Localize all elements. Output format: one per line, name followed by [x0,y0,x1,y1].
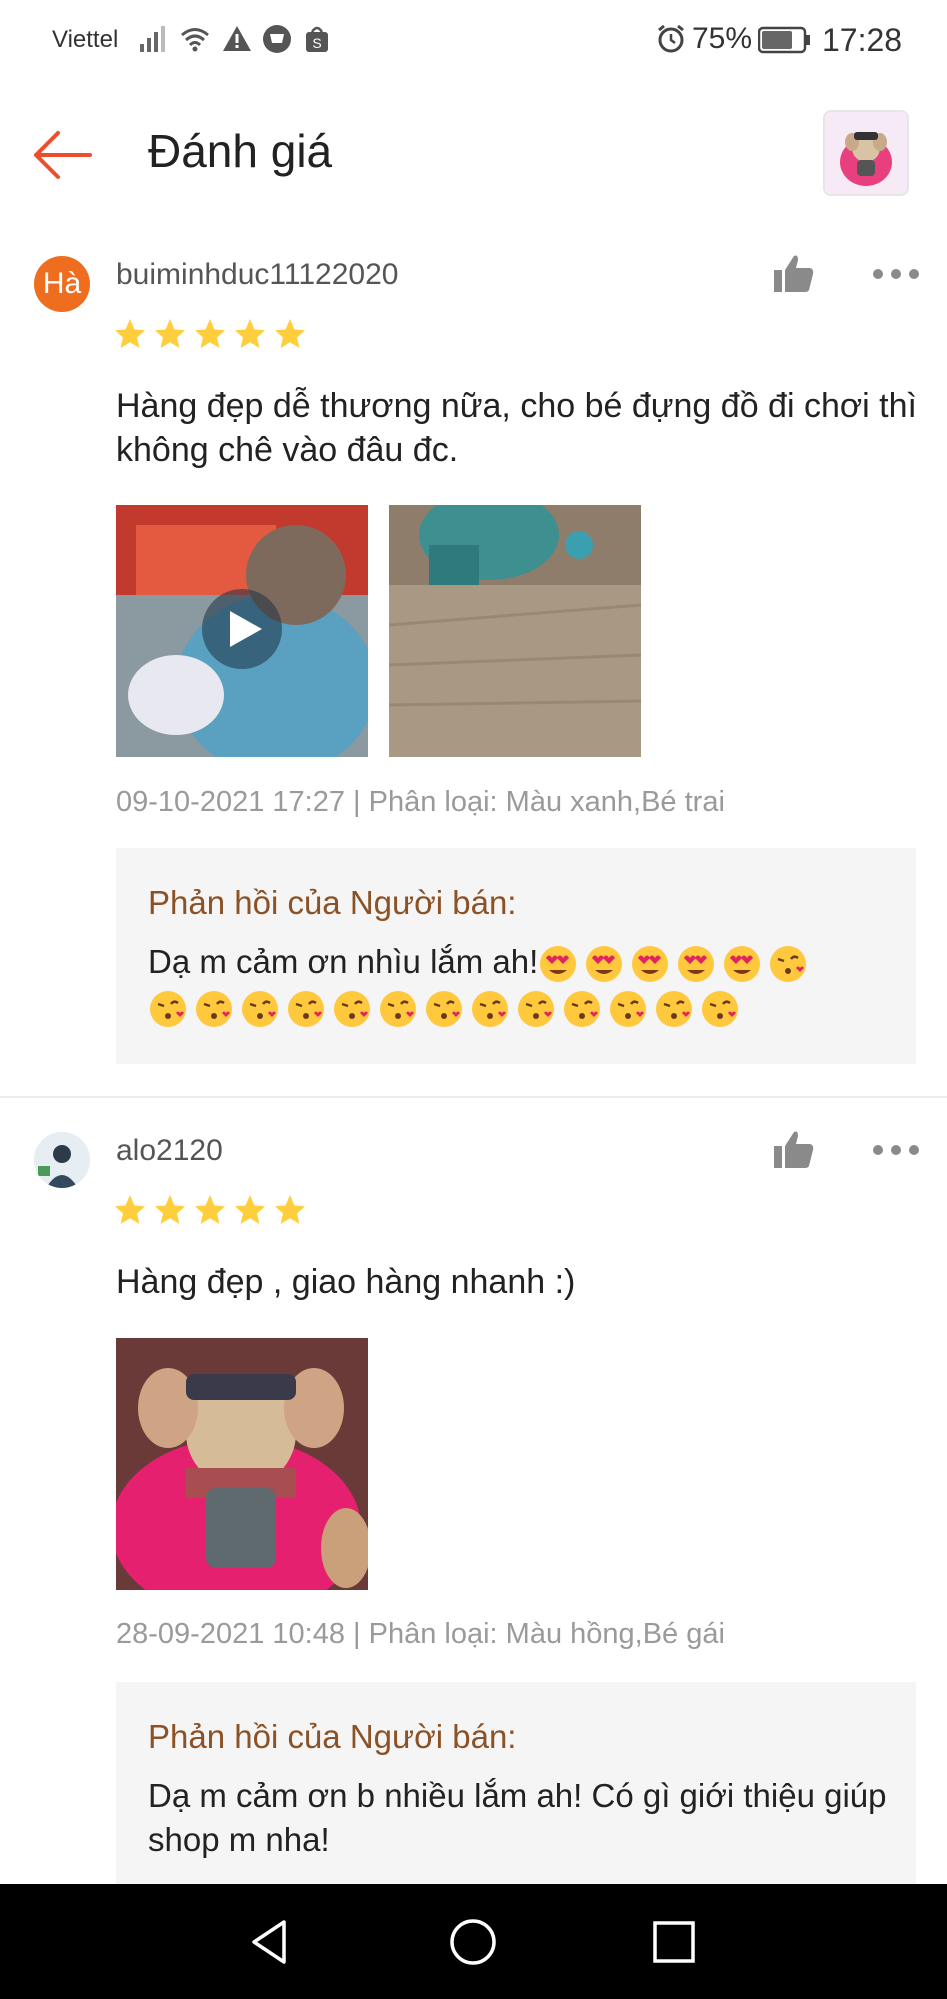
back-arrow-icon[interactable] [32,124,94,186]
review-username[interactable]: alo2120 [116,1134,223,1168]
review-meta: 28-09-2021 10:48 | Phân loại: Màu hồng,B… [116,1618,725,1650]
star-icon [115,1195,145,1224]
star-rating [114,318,314,352]
kiss-emoji-icon [700,989,740,1029]
status-bar: Viettel S 75% 17:28 [0,0,947,80]
kiss-emoji-icon [240,989,280,1029]
more-options-icon[interactable] [872,1140,920,1160]
kiss-emoji-icon [470,989,510,1029]
seller-reply: Phản hồi của Người bán: Dạ m cảm ơn b nh… [116,1682,916,1884]
kiss-emoji-icon [516,989,556,1029]
reply-text: Dạ m cảm ơn b nhiều lắm ah! Có gì giới t… [148,1777,887,1858]
heart-eyes-emoji-icon [676,944,716,984]
star-icon [115,319,145,348]
system-nav-bar [0,1884,947,1999]
svg-text:S: S [312,35,321,51]
star-icon [195,319,225,348]
review-video[interactable] [116,505,368,757]
kiss-emoji-icon [148,989,188,1029]
reply-text: Dạ m cảm ơn nhìu lắm ah! [148,940,888,1029]
review-username[interactable]: buiminhduc11122020 [116,258,398,292]
avatar[interactable] [34,1132,90,1188]
warning-icon [223,26,251,51]
kiss-emoji-icon [424,989,464,1029]
product-thumbnail[interactable] [823,110,909,196]
star-icon [195,1195,225,1224]
more-options-icon[interactable] [872,264,920,284]
nav-back-icon[interactable] [244,1916,296,1968]
star-icon [275,319,305,348]
kiss-emoji-icon [608,989,648,1029]
kiss-emoji-icon [768,944,808,984]
page-title: Đánh giá [148,125,333,177]
heart-eyes-emoji-icon [630,944,670,984]
reply-text-content: Dạ m cảm ơn nhìu lắm ah! [148,943,539,980]
clock-time: 17:28 [822,22,903,58]
review-image[interactable] [389,505,641,757]
review-divider [0,1096,947,1098]
star-icon [235,319,265,348]
kiss-emoji-icon [378,989,418,1029]
shopee-bag-icon: S [306,26,328,52]
heart-eyes-emoji-icon [722,944,762,984]
kiss-emoji-icon [562,989,602,1029]
star-rating [114,1194,314,1228]
reply-title: Phản hồi của Người bán: [148,884,517,921]
star-icon [155,1195,185,1224]
kiss-emoji-icon [286,989,326,1029]
battery-icon [758,26,810,54]
star-icon [275,1195,305,1224]
kiss-emoji-icon [194,989,234,1029]
star-icon [235,1195,265,1224]
heart-eyes-emoji-icon [584,944,624,984]
nav-recents-icon[interactable] [648,1916,700,1968]
shopee-cart-icon [263,25,291,53]
thumbs-up-icon[interactable] [772,1128,816,1172]
app-header: Đánh giá [0,80,947,220]
thumbs-up-icon[interactable] [772,252,816,296]
seller-reply: Phản hồi của Người bán: Dạ m cảm ơn nhìu… [116,848,916,1064]
review-text: Hàng đẹp , giao hàng nhanh :) [116,1263,576,1301]
star-icon [155,319,185,348]
kiss-emoji-icon [332,989,372,1029]
wifi-icon [181,28,209,52]
review-text: Hàng đẹp dễ thương nữa, cho bé đựng đồ đ… [116,387,917,469]
review-meta: 09-10-2021 17:27 | Phân loại: Màu xanh,B… [116,786,725,818]
battery-percent: 75% [692,22,753,55]
carrier-label: Viettel [52,26,119,53]
alarm-icon [658,24,684,53]
kiss-emoji-icon [654,989,694,1029]
heart-eyes-emoji-icon [538,944,578,984]
review-image[interactable] [116,1338,368,1590]
avatar[interactable]: Hà [34,256,90,312]
nav-home-icon[interactable] [447,1916,499,1968]
reply-title: Phản hồi của Người bán: [148,1718,517,1755]
signal-icon [140,26,165,52]
